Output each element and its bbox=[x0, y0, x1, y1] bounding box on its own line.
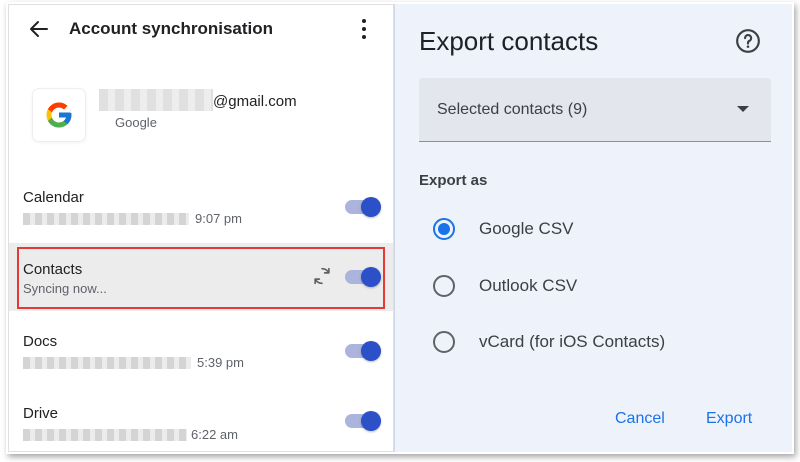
sync-item-contacts[interactable]: Contacts Syncing now... bbox=[9, 243, 393, 311]
dropdown-caret-icon bbox=[737, 106, 749, 112]
sync-item-label: Drive bbox=[23, 405, 59, 422]
account-provider: Google bbox=[115, 115, 157, 130]
more-options-icon[interactable] bbox=[355, 17, 373, 41]
account-sync-panel: Account synchronisation @gmail.com Googl… bbox=[8, 4, 394, 452]
contact-selection-dropdown[interactable]: Selected contacts (9) bbox=[419, 78, 771, 142]
sync-time: 6:22 am bbox=[191, 427, 238, 442]
dropdown-selected-value: Selected contacts (9) bbox=[437, 101, 588, 118]
dialog-title: Export contacts bbox=[419, 26, 599, 56]
top-app-bar: Account synchronisation bbox=[9, 5, 393, 53]
google-logo-icon bbox=[33, 89, 85, 141]
calendar-sync-toggle[interactable] bbox=[345, 197, 381, 217]
help-circle-icon[interactable] bbox=[735, 28, 761, 54]
sync-item-calendar[interactable]: Calendar 9:07 pm bbox=[9, 181, 393, 251]
redacted-date bbox=[23, 357, 191, 369]
option-label: Google CSV bbox=[479, 219, 574, 238]
back-arrow-icon[interactable] bbox=[27, 17, 51, 41]
account-header: @gmail.com Google bbox=[9, 85, 393, 145]
sync-item-label: Docs bbox=[23, 333, 58, 350]
redacted-date bbox=[23, 429, 187, 441]
sync-item-label: Calendar bbox=[23, 189, 84, 206]
contacts-sync-toggle[interactable] bbox=[345, 267, 381, 287]
sync-time: 5:39 pm bbox=[197, 355, 244, 370]
option-label: Outlook CSV bbox=[479, 276, 578, 295]
radio-button[interactable] bbox=[433, 275, 455, 297]
option-outlook-csv[interactable]: Outlook CSV bbox=[433, 271, 753, 301]
drive-sync-toggle[interactable] bbox=[345, 411, 381, 431]
export-button[interactable]: Export bbox=[706, 410, 752, 428]
email-domain: @gmail.com bbox=[213, 93, 297, 110]
cancel-button[interactable]: Cancel bbox=[615, 410, 665, 428]
sync-item-drive[interactable]: Drive 6:22 am bbox=[9, 397, 393, 451]
sync-time: 9:07 pm bbox=[195, 211, 242, 226]
sync-status: Syncing now... bbox=[23, 281, 107, 296]
export-as-label: Export as bbox=[419, 172, 488, 189]
option-label: vCard (for iOS Contacts) bbox=[479, 332, 666, 351]
page-title: Account synchronisation bbox=[69, 19, 274, 38]
export-contacts-dialog: Export contacts Selected contacts (9) Ex… bbox=[394, 4, 792, 452]
option-google-csv[interactable]: Google CSV bbox=[433, 214, 753, 244]
docs-sync-toggle[interactable] bbox=[345, 341, 381, 361]
radio-button-checked[interactable] bbox=[433, 218, 455, 240]
redacted-date bbox=[23, 213, 189, 225]
sync-icon bbox=[314, 267, 330, 285]
option-vcard[interactable]: vCard (for iOS Contacts) bbox=[433, 327, 753, 357]
sync-item-label: Contacts bbox=[23, 261, 83, 278]
radio-button[interactable] bbox=[433, 331, 455, 353]
redacted-email-user bbox=[99, 89, 213, 111]
sync-item-docs[interactable]: Docs 5:39 pm bbox=[9, 325, 393, 395]
